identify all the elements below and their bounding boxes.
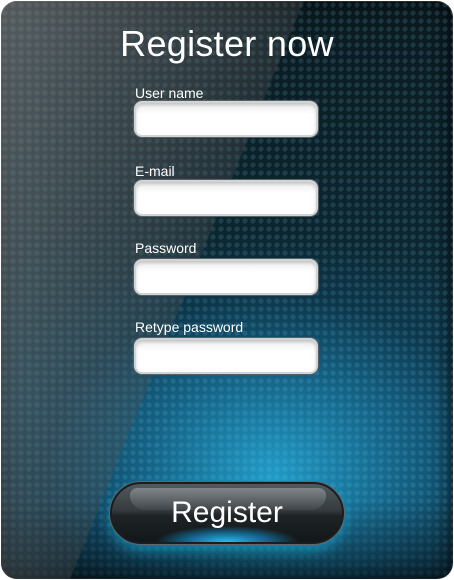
username-field[interactable] xyxy=(134,101,318,137)
form-title: Register now xyxy=(120,23,334,64)
register-button-label: Register xyxy=(171,496,283,529)
retype-password-field[interactable] xyxy=(134,338,318,374)
password-field[interactable] xyxy=(134,259,318,295)
email-label: E-mail xyxy=(135,163,175,179)
register-button[interactable]: Register xyxy=(110,482,344,544)
password-label: Password xyxy=(135,240,197,256)
username-label: User name xyxy=(135,85,204,101)
retype-password-label: Retype password xyxy=(135,319,244,335)
email-field[interactable] xyxy=(134,180,318,216)
